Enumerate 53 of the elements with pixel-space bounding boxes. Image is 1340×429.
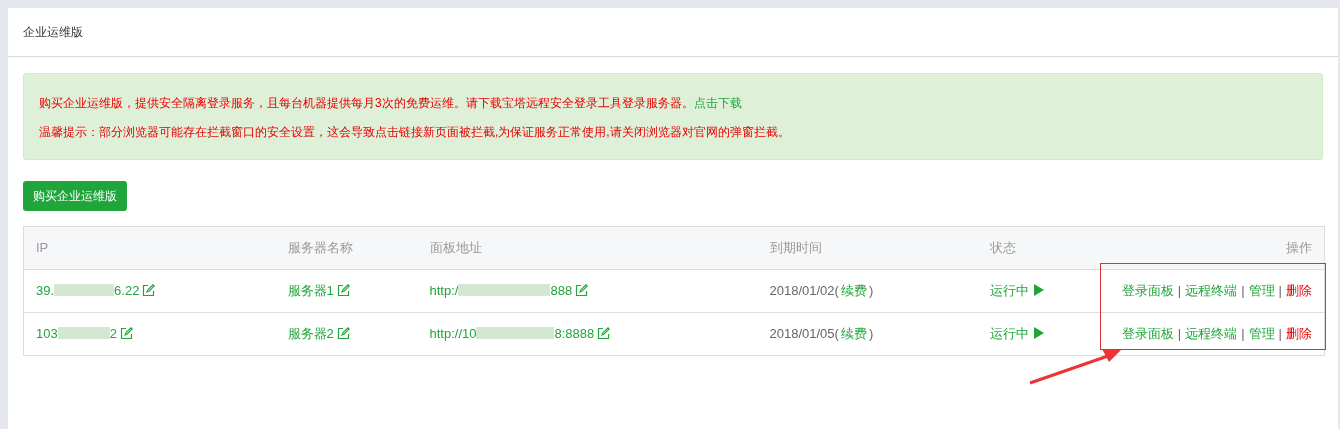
separator: |	[1177, 326, 1182, 342]
expiry-date: 2018/01/02(	[769, 283, 839, 299]
panel-url[interactable]: http://10	[429, 326, 477, 342]
ip-text: 39.	[36, 283, 55, 299]
separator: |	[1241, 326, 1245, 342]
notice-text: 购买企业运维版，提供安全隔离登录服务，且每台机器提供每月3次的免费运维。请下载宝塔远程安全登录工具登录服务器。点击下载	[39, 95, 743, 112]
play-icon[interactable]	[1033, 284, 1044, 297]
column-header: 服务器名称	[287, 240, 353, 256]
action-link[interactable]: 删除	[1286, 283, 1312, 299]
ip-text: 2	[109, 326, 117, 342]
expiry-date: 2018/01/05(	[769, 326, 839, 342]
action-link[interactable]: 远程终端	[1185, 283, 1238, 299]
status-text: 运行中	[989, 283, 1029, 299]
play-icon[interactable]	[1033, 327, 1044, 340]
ip-text: 6.22	[114, 283, 140, 299]
separator: |	[1241, 283, 1245, 299]
download-link[interactable]: 点击下载	[693, 96, 742, 110]
expiry-date: )	[868, 326, 874, 342]
blurred-region	[57, 327, 110, 340]
buy-button[interactable]: 购买企业运维版	[23, 181, 127, 211]
column-header: 到期时间	[769, 240, 822, 256]
action-link[interactable]: 登录面板	[1121, 283, 1174, 299]
action-link[interactable]: 登录面板	[1121, 326, 1174, 342]
edit-icon[interactable]	[336, 327, 350, 341]
renew-link[interactable]: 续费	[840, 326, 867, 342]
status-text: 运行中	[989, 326, 1029, 342]
renew-link[interactable]: 续费	[840, 283, 867, 299]
notice-text: 温馨提示：部分浏览器可能存在拦截窗口的安全设置，这会导致点击链接新页面被拦截,为保证服务正常使用,请关闭浏览器对官网的弹窗拦截。	[39, 124, 791, 141]
server-name[interactable]: 服务器1	[287, 283, 334, 299]
server-name[interactable]: 服务器2	[287, 326, 334, 342]
page-title: 企业运维版	[23, 24, 83, 41]
edit-icon[interactable]	[119, 327, 133, 341]
edit-icon[interactable]	[142, 284, 156, 298]
column-header: 操作	[1286, 240, 1312, 256]
separator: |	[1278, 326, 1282, 342]
column-header: IP	[36, 240, 49, 256]
panel-url[interactable]: http:/	[429, 283, 459, 299]
edit-icon[interactable]	[597, 327, 611, 341]
action-link[interactable]: 远程终端	[1185, 326, 1238, 342]
panel-url[interactable]: 8:8888	[554, 326, 595, 342]
column-header: 状态	[989, 240, 1016, 256]
panel-url[interactable]: 888	[550, 283, 573, 299]
edit-icon[interactable]	[336, 284, 350, 298]
ip-text: 103	[36, 326, 58, 342]
column-header: 面板地址	[429, 240, 482, 256]
separator: |	[1177, 283, 1182, 299]
expiry-date: )	[868, 283, 874, 299]
action-link[interactable]: 管理	[1248, 326, 1275, 342]
action-link[interactable]: 删除	[1286, 326, 1312, 342]
edit-icon[interactable]	[575, 284, 589, 298]
separator: |	[1278, 283, 1282, 299]
action-link[interactable]: 管理	[1248, 283, 1275, 299]
blurred-region	[54, 284, 115, 297]
